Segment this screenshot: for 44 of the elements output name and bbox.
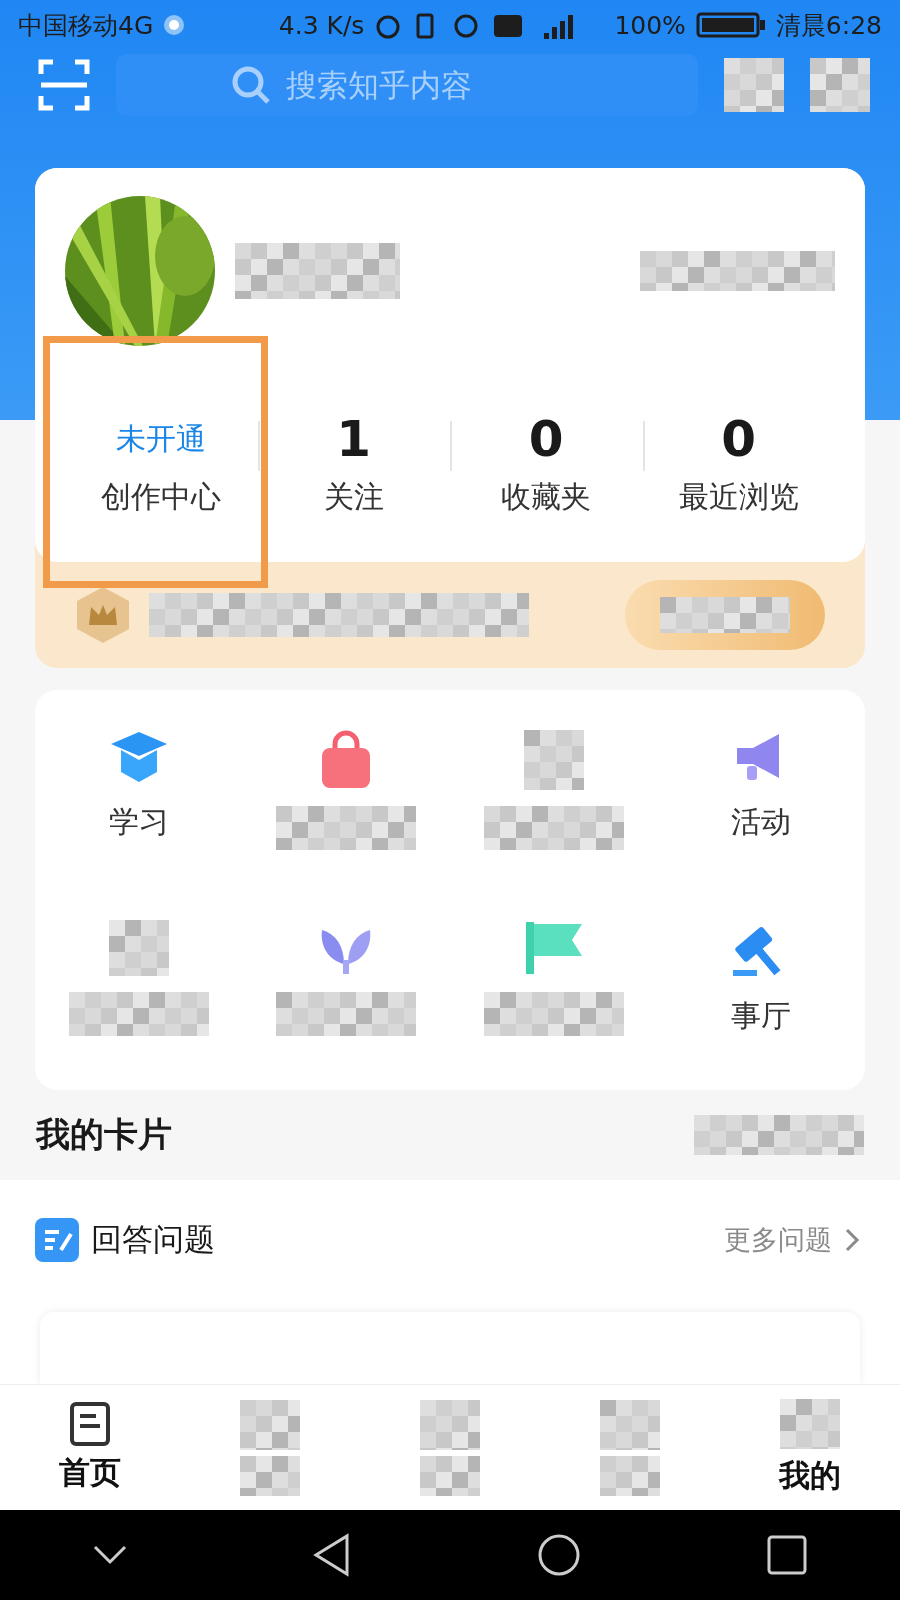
pixelated-redaction bbox=[108, 920, 169, 976]
recents-icon[interactable] bbox=[767, 1535, 807, 1575]
tool-label[interactable]: 活动 bbox=[731, 802, 792, 843]
stat-label[interactable]: 收藏夹 bbox=[501, 477, 592, 518]
stat-value[interactable]: 0 bbox=[528, 409, 564, 469]
stat-value[interactable]: 1 bbox=[336, 409, 372, 469]
pixelated-redaction bbox=[600, 1455, 660, 1496]
battery-percent: 100% bbox=[614, 10, 686, 40]
pixelated-redaction bbox=[420, 1455, 480, 1496]
document-icon[interactable] bbox=[70, 1401, 110, 1446]
crown-icon bbox=[75, 585, 131, 645]
pixelated-redaction bbox=[780, 1398, 840, 1449]
carrier-text: 中国移动4G bbox=[18, 9, 154, 42]
pixelated-redaction bbox=[240, 1399, 300, 1450]
flag-icon bbox=[523, 920, 584, 976]
tab[interactable]: 我的 bbox=[779, 1454, 841, 1497]
search-field[interactable]: 搜索知乎内容 bbox=[116, 54, 698, 116]
pixelated-redaction bbox=[810, 58, 870, 112]
network-speed: 4.3 K/s bbox=[278, 10, 365, 40]
tool-label[interactable]: 学习 bbox=[108, 802, 169, 843]
edit-note-icon bbox=[35, 1218, 79, 1262]
chevron-down-icon[interactable] bbox=[93, 1545, 127, 1565]
scan-icon[interactable] bbox=[38, 59, 90, 111]
battery-icon bbox=[695, 12, 766, 38]
clock-time: 清晨6:28 bbox=[775, 9, 882, 42]
stat-label[interactable]: 关注 bbox=[323, 477, 384, 518]
pixelated-redaction bbox=[600, 1399, 660, 1450]
pixelated-redaction bbox=[523, 730, 584, 790]
tool-label[interactable]: 事厅 bbox=[731, 996, 792, 1037]
stat-value[interactable]: 未开通 bbox=[116, 409, 207, 469]
search-icon bbox=[231, 65, 271, 105]
tab[interactable]: 首页 bbox=[59, 1451, 121, 1494]
section-title: 我的卡片 bbox=[36, 1113, 172, 1156]
stat-value[interactable]: 0 bbox=[721, 409, 757, 469]
back-icon[interactable] bbox=[313, 1533, 351, 1577]
card-title: 回答问题 bbox=[91, 1220, 215, 1259]
home-icon[interactable] bbox=[537, 1533, 581, 1577]
stat-label[interactable]: 创作中心 bbox=[101, 477, 222, 518]
pixelated-redaction bbox=[420, 1399, 480, 1450]
pixelated-redaction bbox=[240, 1455, 300, 1496]
chevron-right-icon[interactable] bbox=[844, 1227, 860, 1253]
stat-label[interactable]: 最近浏览 bbox=[678, 477, 799, 518]
pixelated-redaction bbox=[724, 58, 784, 112]
headset-icon bbox=[163, 14, 186, 36]
